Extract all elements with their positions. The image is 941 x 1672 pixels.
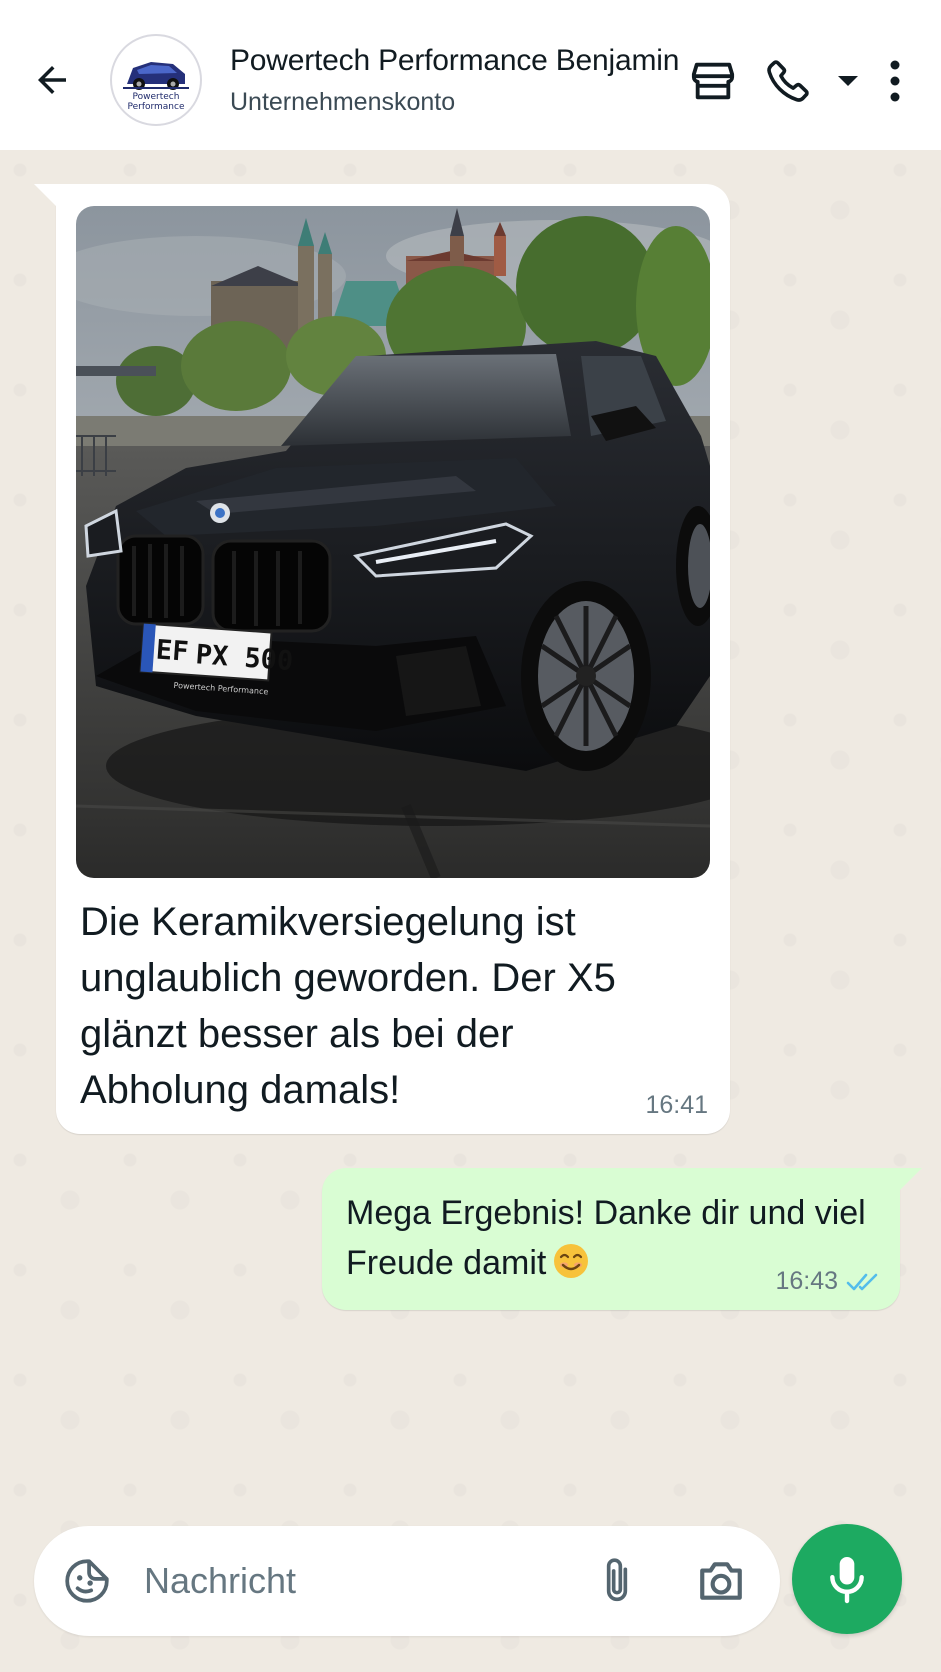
message-meta: 16:43 — [775, 1267, 880, 1296]
attach-button[interactable] — [594, 1552, 640, 1610]
message-composer — [34, 1526, 780, 1636]
voice-message-button[interactable] — [792, 1524, 902, 1634]
store-button[interactable] — [688, 56, 738, 106]
message-timestamp: 16:41 — [645, 1091, 708, 1119]
phone-icon — [767, 60, 809, 102]
smiling-face-icon — [552, 1242, 590, 1294]
double-check-read-icon — [846, 1273, 878, 1290]
car-logo-icon — [123, 62, 189, 90]
more-vertical-icon — [890, 60, 900, 102]
call-options-dropdown[interactable] — [836, 56, 860, 106]
outgoing-message-bubble[interactable]: Mega Ergebnis! Danke dir und viel Freude… — [322, 1168, 922, 1310]
license-plate-left: EF — [155, 635, 190, 668]
message-photo[interactable]: EF PX 500 Powertech Performance — [76, 206, 710, 878]
avatar-text-line2: Performance — [127, 102, 185, 112]
contact-subtitle: Unternehmenskonto — [230, 88, 456, 116]
paperclip-icon — [606, 1558, 628, 1602]
message-timestamp: 16:43 — [775, 1267, 838, 1295]
microphone-icon — [830, 1557, 864, 1604]
camera-button[interactable] — [694, 1554, 748, 1608]
more-options-button[interactable] — [880, 56, 910, 106]
sticker-button[interactable] — [60, 1554, 114, 1608]
chevron-down-icon — [838, 76, 858, 86]
back-arrow-icon — [38, 66, 66, 94]
avatar[interactable]: Powertech Performance — [110, 34, 202, 126]
black-suv-photo: EF PX 500 Powertech Performance — [76, 206, 710, 878]
contact-info[interactable]: Powertech Performance Benjamin Unternehm… — [230, 44, 680, 117]
message-input[interactable] — [144, 1550, 564, 1612]
chat-header: Powertech Performance Powertech Performa… — [0, 0, 941, 150]
sticker-icon — [65, 1559, 109, 1603]
camera-icon — [700, 1562, 742, 1600]
back-button[interactable] — [28, 56, 76, 104]
avatar-text-line1: Powertech — [132, 92, 180, 102]
incoming-message-bubble[interactable]: EF PX 500 Powertech Performance Die Kera… — [34, 184, 730, 1134]
contact-name: Powertech Performance Benjamin — [230, 44, 680, 77]
store-icon — [691, 62, 735, 100]
voice-call-button[interactable] — [762, 56, 814, 106]
message-text: Die Keramikversiegelung ist unglaublich … — [80, 900, 616, 1112]
